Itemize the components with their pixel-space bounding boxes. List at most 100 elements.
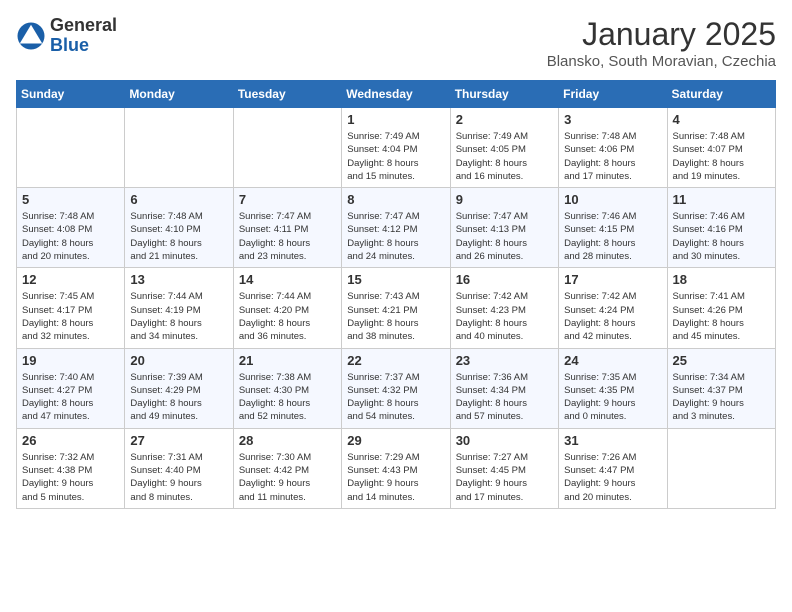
calendar-week-row: 19 Sunrise: 7:40 AM Sunset: 4:27 PM Dayli… xyxy=(17,348,776,428)
day-number: 1 xyxy=(347,112,444,127)
calendar-cell: 9Sunrise: 7:47 AM Sunset: 4:13 PM Daylig… xyxy=(450,188,558,268)
day-info: Sunrise: 7:44 AM Sunset: 4:20 PM Dayligh… xyxy=(239,290,336,343)
calendar-cell: 28Sunrise: 7:30 AM Sunset: 4:42 PM Dayli… xyxy=(233,428,341,508)
day-number: 10 xyxy=(564,192,661,207)
day-info: Sunrise: 7:29 AM Sunset: 4:43 PM Dayligh… xyxy=(347,451,444,504)
calendar-cell: 29 Sunrise: 7:29 AM Sunset: 4:43 PM Dayli… xyxy=(342,428,450,508)
day-info: Sunrise: 7:35 AM Sunset: 4:35 PM Dayligh… xyxy=(564,371,661,424)
day-number: 18 xyxy=(673,272,770,287)
day-info: Sunrise: 7:48 AM Sunset: 4:08 PM Dayligh… xyxy=(22,210,119,263)
day-number: 22 xyxy=(347,353,444,368)
day-info: Sunrise: 7:48 AM Sunset: 4:07 PM Dayligh… xyxy=(673,130,770,183)
calendar-cell: 21 Sunrise: 7:38 AM Sunset: 4:30 PM Dayli… xyxy=(233,348,341,428)
day-number: 31 xyxy=(564,433,661,448)
logo-general-text: General xyxy=(50,16,117,36)
day-info: Sunrise: 7:44 AM Sunset: 4:19 PM Dayligh… xyxy=(130,290,227,343)
day-info: Sunrise: 7:37 AM Sunset: 4:32 PM Dayligh… xyxy=(347,371,444,424)
day-number: 24 xyxy=(564,353,661,368)
calendar-cell: 11 Sunrise: 7:46 AM Sunset: 4:16 PM Dayli… xyxy=(667,188,775,268)
day-number: 16 xyxy=(456,272,553,287)
day-number: 2 xyxy=(456,112,553,127)
day-info: Sunrise: 7:40 AM Sunset: 4:27 PM Dayligh… xyxy=(22,371,119,424)
calendar-cell: 16 Sunrise: 7:42 AM Sunset: 4:23 PM Dayli… xyxy=(450,268,558,348)
day-number: 3 xyxy=(564,112,661,127)
day-number: 9 xyxy=(456,192,553,207)
calendar-cell: 17 Sunrise: 7:42 AM Sunset: 4:24 PM Dayli… xyxy=(559,268,667,348)
logo-blue-text: Blue xyxy=(50,36,117,56)
month-title: January 2025 xyxy=(547,16,776,53)
logo-icon xyxy=(16,21,46,51)
day-number: 13 xyxy=(130,272,227,287)
title-block: January 2025 Blansko, South Moravian, Cz… xyxy=(547,16,776,70)
calendar-cell: 24 Sunrise: 7:35 AM Sunset: 4:35 PM Dayli… xyxy=(559,348,667,428)
weekday-header-friday: Friday xyxy=(559,81,667,108)
calendar-cell: 19 Sunrise: 7:40 AM Sunset: 4:27 PM Dayli… xyxy=(17,348,125,428)
calendar-cell: 25Sunrise: 7:34 AM Sunset: 4:37 PM Dayli… xyxy=(667,348,775,428)
weekday-header-saturday: Saturday xyxy=(667,81,775,108)
calendar-cell: 12 Sunrise: 7:45 AM Sunset: 4:17 PM Dayli… xyxy=(17,268,125,348)
calendar-cell: 18Sunrise: 7:41 AM Sunset: 4:26 PM Dayli… xyxy=(667,268,775,348)
day-number: 15 xyxy=(347,272,444,287)
calendar-cell: 30Sunrise: 7:27 AM Sunset: 4:45 PM Dayli… xyxy=(450,428,558,508)
day-number: 20 xyxy=(130,353,227,368)
page-header: General Blue January 2025 Blansko, South… xyxy=(16,16,776,70)
calendar-cell: 10Sunrise: 7:46 AM Sunset: 4:15 PM Dayli… xyxy=(559,188,667,268)
weekday-header-thursday: Thursday xyxy=(450,81,558,108)
day-info: Sunrise: 7:46 AM Sunset: 4:16 PM Dayligh… xyxy=(673,210,770,263)
day-info: Sunrise: 7:32 AM Sunset: 4:38 PM Dayligh… xyxy=(22,451,119,504)
day-info: Sunrise: 7:47 AM Sunset: 4:12 PM Dayligh… xyxy=(347,210,444,263)
calendar-cell: 8 Sunrise: 7:47 AM Sunset: 4:12 PM Daylig… xyxy=(342,188,450,268)
day-number: 5 xyxy=(22,192,119,207)
calendar-cell: 4Sunrise: 7:48 AM Sunset: 4:07 PM Daylig… xyxy=(667,108,775,188)
calendar-cell xyxy=(667,428,775,508)
calendar-table: SundayMondayTuesdayWednesdayThursdayFrid… xyxy=(16,80,776,509)
calendar-cell: 7Sunrise: 7:47 AM Sunset: 4:11 PM Daylig… xyxy=(233,188,341,268)
day-number: 17 xyxy=(564,272,661,287)
weekday-header-wednesday: Wednesday xyxy=(342,81,450,108)
calendar-cell: 2 Sunrise: 7:49 AM Sunset: 4:05 PM Daylig… xyxy=(450,108,558,188)
location-text: Blansko, South Moravian, Czechia xyxy=(547,53,776,70)
day-number: 28 xyxy=(239,433,336,448)
day-info: Sunrise: 7:39 AM Sunset: 4:29 PM Dayligh… xyxy=(130,371,227,424)
calendar-cell: 26Sunrise: 7:32 AM Sunset: 4:38 PM Dayli… xyxy=(17,428,125,508)
day-info: Sunrise: 7:45 AM Sunset: 4:17 PM Dayligh… xyxy=(22,290,119,343)
day-number: 29 xyxy=(347,433,444,448)
day-number: 8 xyxy=(347,192,444,207)
day-number: 6 xyxy=(130,192,227,207)
day-info: Sunrise: 7:49 AM Sunset: 4:05 PM Dayligh… xyxy=(456,130,553,183)
calendar-week-row: 5 Sunrise: 7:48 AM Sunset: 4:08 PM Daylig… xyxy=(17,188,776,268)
day-info: Sunrise: 7:38 AM Sunset: 4:30 PM Dayligh… xyxy=(239,371,336,424)
day-number: 7 xyxy=(239,192,336,207)
logo: General Blue xyxy=(16,16,117,56)
day-number: 23 xyxy=(456,353,553,368)
calendar-cell: 14 Sunrise: 7:44 AM Sunset: 4:20 PM Dayli… xyxy=(233,268,341,348)
calendar-cell: 23 Sunrise: 7:36 AM Sunset: 4:34 PM Dayli… xyxy=(450,348,558,428)
day-number: 11 xyxy=(673,192,770,207)
calendar-cell: 31 Sunrise: 7:26 AM Sunset: 4:47 PM Dayli… xyxy=(559,428,667,508)
calendar-cell: 5 Sunrise: 7:48 AM Sunset: 4:08 PM Daylig… xyxy=(17,188,125,268)
day-info: Sunrise: 7:36 AM Sunset: 4:34 PM Dayligh… xyxy=(456,371,553,424)
calendar-week-row: 26Sunrise: 7:32 AM Sunset: 4:38 PM Dayli… xyxy=(17,428,776,508)
day-info: Sunrise: 7:26 AM Sunset: 4:47 PM Dayligh… xyxy=(564,451,661,504)
day-number: 21 xyxy=(239,353,336,368)
day-number: 12 xyxy=(22,272,119,287)
calendar-week-row: 1 Sunrise: 7:49 AM Sunset: 4:04 PM Daylig… xyxy=(17,108,776,188)
calendar-cell: 22 Sunrise: 7:37 AM Sunset: 4:32 PM Dayli… xyxy=(342,348,450,428)
calendar-cell xyxy=(233,108,341,188)
day-number: 30 xyxy=(456,433,553,448)
day-info: Sunrise: 7:49 AM Sunset: 4:04 PM Dayligh… xyxy=(347,130,444,183)
day-info: Sunrise: 7:34 AM Sunset: 4:37 PM Dayligh… xyxy=(673,371,770,424)
day-info: Sunrise: 7:42 AM Sunset: 4:24 PM Dayligh… xyxy=(564,290,661,343)
day-info: Sunrise: 7:42 AM Sunset: 4:23 PM Dayligh… xyxy=(456,290,553,343)
calendar-cell xyxy=(17,108,125,188)
day-number: 14 xyxy=(239,272,336,287)
weekday-header-sunday: Sunday xyxy=(17,81,125,108)
day-info: Sunrise: 7:31 AM Sunset: 4:40 PM Dayligh… xyxy=(130,451,227,504)
calendar-cell: 15 Sunrise: 7:43 AM Sunset: 4:21 PM Dayli… xyxy=(342,268,450,348)
calendar-cell: 3 Sunrise: 7:48 AM Sunset: 4:06 PM Daylig… xyxy=(559,108,667,188)
day-info: Sunrise: 7:43 AM Sunset: 4:21 PM Dayligh… xyxy=(347,290,444,343)
day-number: 19 xyxy=(22,353,119,368)
day-info: Sunrise: 7:48 AM Sunset: 4:06 PM Dayligh… xyxy=(564,130,661,183)
day-number: 27 xyxy=(130,433,227,448)
calendar-week-row: 12 Sunrise: 7:45 AM Sunset: 4:17 PM Dayli… xyxy=(17,268,776,348)
